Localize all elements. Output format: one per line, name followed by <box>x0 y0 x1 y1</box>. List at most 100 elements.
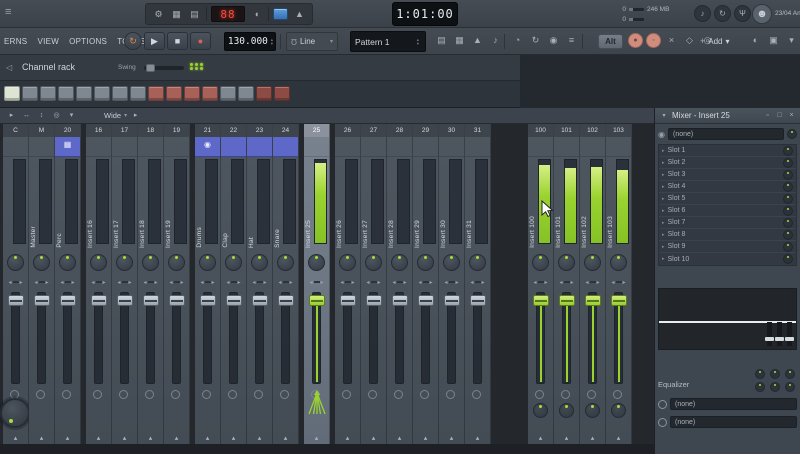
fx-slot[interactable]: ▸ Slot 1 <box>659 145 796 157</box>
track-name-zone[interactable]: Insert 17 <box>112 157 137 250</box>
mixer-scroll-right-icon[interactable]: ▸ <box>129 109 142 122</box>
panel-title-bar[interactable]: ▾ Mixer - Insert 25 ▫ □ × <box>655 108 800 124</box>
output-selector[interactable]: (none) <box>670 398 797 410</box>
mixer-track-strip[interactable]: 27 Insert 27 ◂ ▸ ▴ <box>361 124 387 444</box>
track-number[interactable]: 17 <box>112 124 137 137</box>
slot-mix-knob[interactable] <box>783 145 793 156</box>
play-button[interactable]: ▶ <box>144 32 165 50</box>
track-number[interactable]: 21 <box>195 124 220 137</box>
track-options-arrow[interactable]: ▴ <box>465 434 490 442</box>
track-name-zone[interactable]: Hat <box>247 157 272 250</box>
track-options-arrow[interactable]: ▴ <box>3 434 28 442</box>
track-number[interactable]: 29 <box>413 124 438 137</box>
tools-icon[interactable]: ⚙ <box>151 7 166 22</box>
track-name[interactable]: Master <box>30 226 37 248</box>
track-name-zone[interactable]: Insert 103 <box>606 157 631 250</box>
slot-mix-knob[interactable] <box>783 254 793 264</box>
panel-menu-icon[interactable]: ▾ <box>659 110 669 122</box>
pattern-spinner[interactable]: ▴ ▾ <box>417 37 421 46</box>
volume-fader[interactable] <box>142 295 159 306</box>
channel-button[interactable] <box>202 86 218 101</box>
add-button[interactable]: + Add ▾ <box>700 33 730 49</box>
track-color-cap[interactable] <box>221 137 246 157</box>
mixer-view-selector[interactable]: Wide ▾ <box>104 111 127 120</box>
stereo-separation-control[interactable]: ◂ ▸ <box>164 274 189 290</box>
track-color-cap[interactable] <box>528 137 553 157</box>
track-options-arrow[interactable]: ▴ <box>247 434 272 442</box>
eq-band-knob[interactable] <box>785 369 795 379</box>
volume-fader[interactable] <box>59 295 76 306</box>
stereo-separation-control[interactable]: ◂ ▸ <box>221 274 246 290</box>
track-name[interactable]: Insert 101 <box>555 216 562 248</box>
eq-freq-knob[interactable] <box>770 382 780 392</box>
track-options-arrow[interactable]: ▴ <box>413 434 438 442</box>
mute-tool-icon[interactable]: ◇ <box>682 33 697 48</box>
record-arm-button[interactable] <box>145 390 154 399</box>
wait-input-icon[interactable]: ♪ <box>488 33 503 48</box>
stereo-separation-control[interactable]: ◂ ▸ <box>580 274 605 290</box>
pan-knob[interactable] <box>469 253 486 271</box>
track-number[interactable]: 24 <box>273 124 298 137</box>
target-icon[interactable]: ◎ <box>50 109 63 122</box>
slot-mix-knob[interactable] <box>783 241 793 252</box>
track-color-cap[interactable] <box>413 137 438 157</box>
mixer-track-strip[interactable]: 103 Insert 103 ◂ ▸ ▴ <box>606 124 632 444</box>
track-name[interactable]: Insert 26 <box>336 220 343 248</box>
volume-fader[interactable] <box>225 295 242 306</box>
stereo-separation-control[interactable]: ◂ ▸ <box>413 274 438 290</box>
stereo-separation-control[interactable]: ◂ ▸ <box>195 274 220 290</box>
track-options-arrow[interactable]: ▴ <box>554 434 579 442</box>
pan-knob[interactable] <box>417 253 434 271</box>
multilink-button[interactable]: ◦ <box>646 33 661 48</box>
volume-fader[interactable] <box>339 295 356 306</box>
track-name[interactable]: Insert 28 <box>388 220 395 248</box>
record-arm-button[interactable] <box>368 390 377 399</box>
record-arm-button[interactable] <box>535 390 544 399</box>
slot-mix-knob[interactable] <box>783 157 793 168</box>
fx-slot[interactable]: ▸ Slot 5 <box>659 193 796 205</box>
song-mode-icon[interactable]: ▤ <box>434 33 449 48</box>
mixer-track-strip[interactable]: 28 Insert 28 ◂ ▸ ▴ <box>387 124 413 444</box>
link-icon[interactable]: ↔ <box>20 109 33 122</box>
alt-button[interactable]: Alt <box>598 34 623 49</box>
stereo-separation-control[interactable]: ◂ ▸ <box>528 274 553 290</box>
mixer-track-strip[interactable]: 100 Insert 100 ◂ ▸ ▴ <box>528 124 554 444</box>
pan-knob[interactable] <box>199 253 216 271</box>
track-knob[interactable] <box>611 403 626 418</box>
track-number[interactable]: 18 <box>138 124 163 137</box>
slot-mix-knob[interactable] <box>783 193 793 204</box>
stereo-separation-control[interactable]: ◂ ▸ <box>439 274 464 290</box>
mixer-track-strip[interactable]: 17 Insert 17 ◂ ▸ ▴ <box>112 124 138 444</box>
dock-icon[interactable]: ▾ <box>65 109 78 122</box>
track-color-cap[interactable] <box>387 137 412 157</box>
track-color-cap[interactable] <box>164 137 189 157</box>
track-color-cap[interactable] <box>465 137 490 157</box>
close-icon[interactable]: × <box>787 110 796 121</box>
fx-slot[interactable]: ▸ Slot 6 <box>659 205 796 217</box>
fx-slot[interactable]: ▸ Slot 9 <box>659 241 796 253</box>
tempo-spinner[interactable]: ▴ ▾ <box>271 37 275 46</box>
track-options-arrow[interactable]: ▴ <box>195 434 220 442</box>
channel-button[interactable] <box>4 86 20 101</box>
track-number[interactable]: 102 <box>580 124 605 137</box>
volume-fader[interactable] <box>199 295 216 306</box>
volume-fader[interactable] <box>443 295 460 306</box>
mixer-track-strip[interactable]: M Master ◂ ▸ ▴ <box>29 124 55 444</box>
track-options-arrow[interactable]: ▴ <box>86 434 111 442</box>
metronome-icon[interactable]: ▲ <box>292 7 307 22</box>
track-options-arrow[interactable]: ▴ <box>29 434 54 442</box>
volume-fader[interactable] <box>7 295 24 306</box>
track-name[interactable]: Insert 100 <box>529 216 536 248</box>
track-name-zone[interactable]: Insert 19 <box>164 157 189 250</box>
track-options-arrow[interactable]: ▴ <box>361 434 386 442</box>
track-number[interactable]: 100 <box>528 124 553 137</box>
stereo-separation-control[interactable]: ◂ ▸ <box>247 274 272 290</box>
record-arm-button[interactable] <box>420 390 429 399</box>
stereo-separation-control[interactable]: ◂ ▸ <box>387 274 412 290</box>
swing-slider[interactable] <box>144 64 184 72</box>
track-name[interactable]: Perc <box>56 233 63 248</box>
track-name-zone[interactable]: Insert 27 <box>361 157 386 250</box>
track-number[interactable]: 26 <box>335 124 360 137</box>
track-name[interactable]: Insert 17 <box>113 220 120 248</box>
pan-knob[interactable] <box>33 253 50 271</box>
